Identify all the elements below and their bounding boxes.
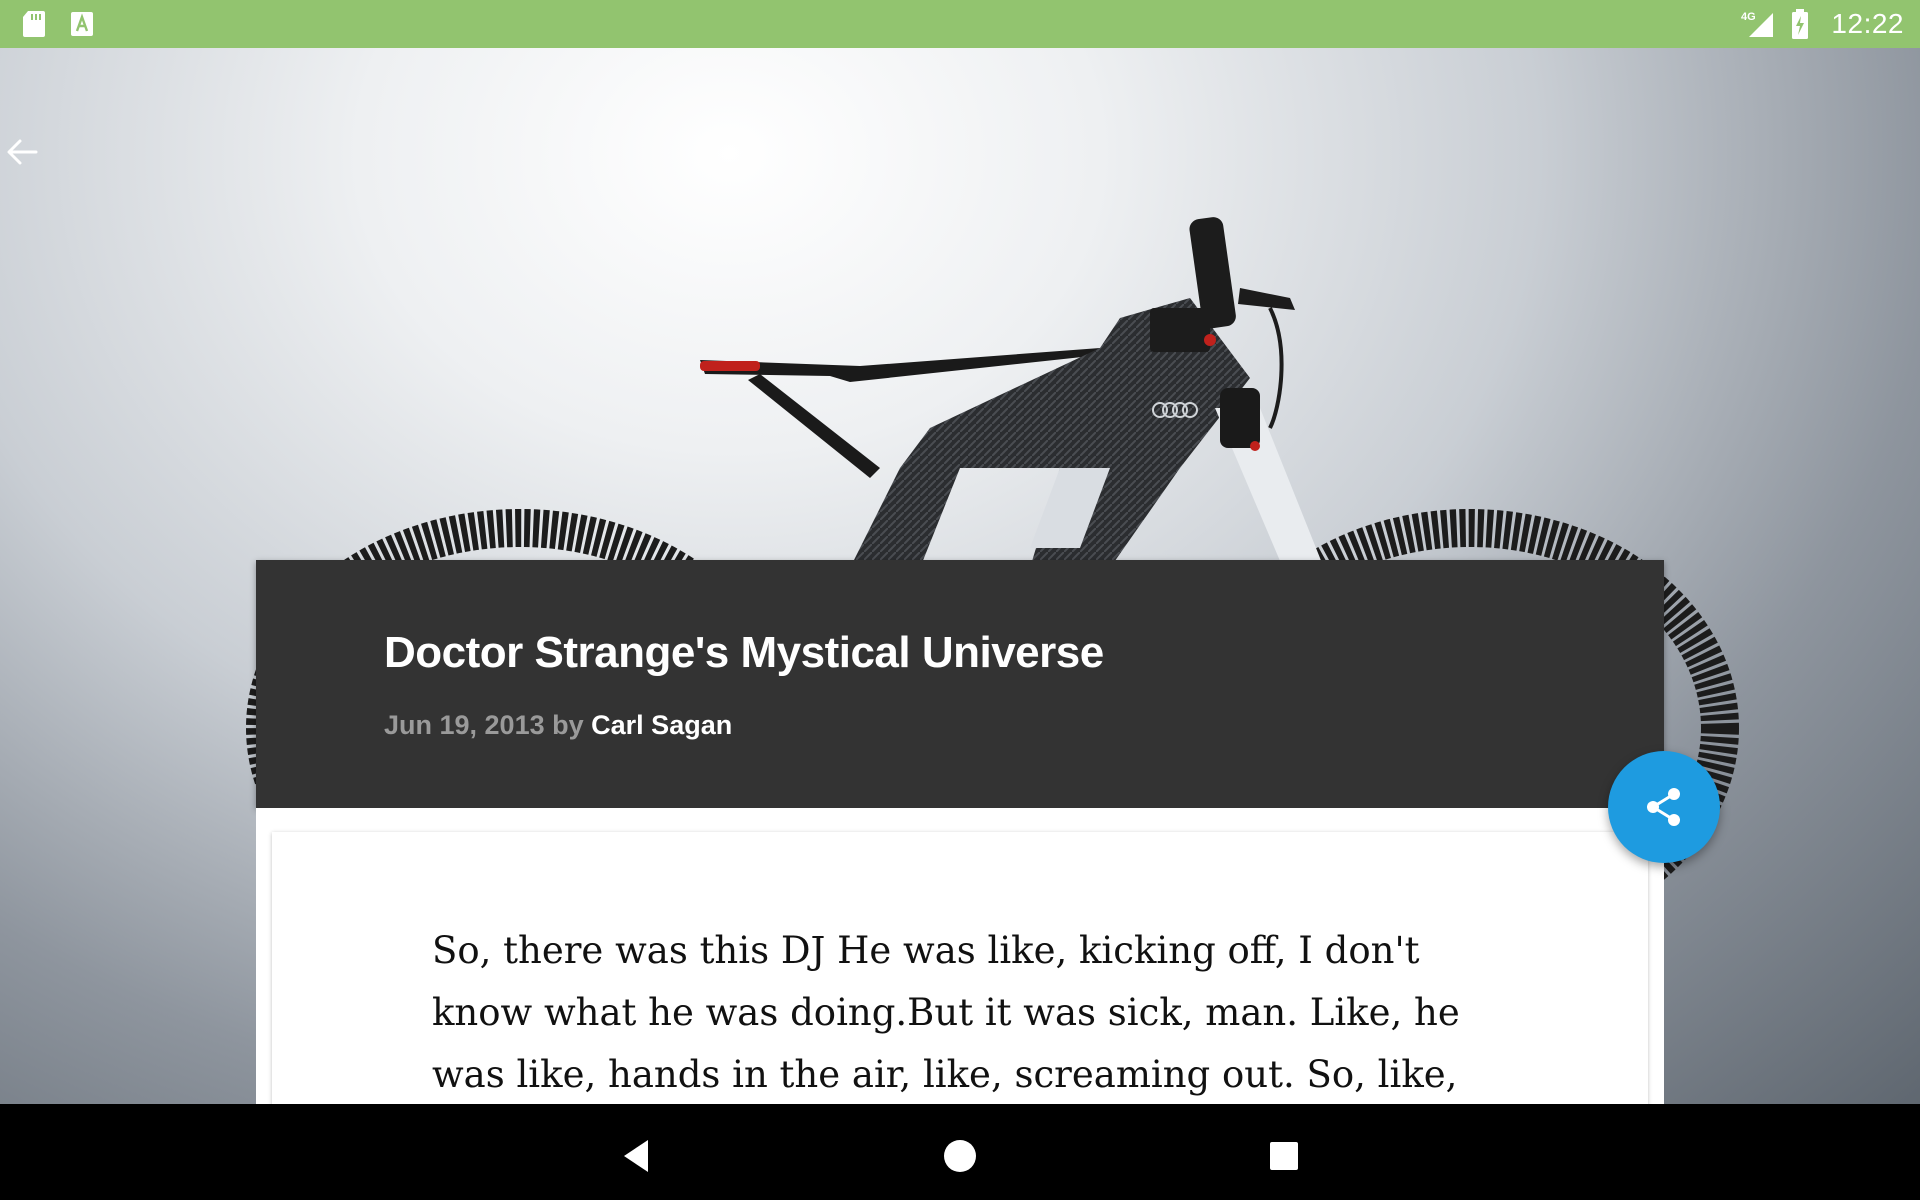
nav-recents-button[interactable] — [1256, 1128, 1312, 1184]
post-title: Doctor Strange's Mystical Universe — [384, 628, 1104, 677]
post-author[interactable]: Carl Sagan — [591, 710, 732, 740]
nav-back-button[interactable] — [608, 1128, 664, 1184]
arrow-left-icon — [7, 139, 38, 165]
battery-charging-icon — [1791, 9, 1809, 39]
sd-card-icon — [22, 10, 46, 38]
text-a-icon — [70, 11, 94, 37]
share-icon — [1647, 788, 1680, 826]
home-circle-icon — [944, 1140, 976, 1172]
status-right: 4G 12:22 — [1741, 8, 1904, 40]
post-by: by — [552, 710, 584, 740]
status-left — [22, 10, 94, 38]
network-type-label: 4G — [1741, 11, 1756, 23]
post-meta: Jun 19, 2013 by Carl Sagan — [384, 710, 732, 741]
back-button[interactable] — [4, 134, 48, 178]
clock: 12:22 — [1831, 8, 1904, 39]
signal-4g-icon: 4G — [1741, 9, 1777, 39]
share-button[interactable] — [1608, 751, 1720, 863]
navigation-bar — [0, 1104, 1920, 1200]
post-header: Doctor Strange's Mystical Universe Jun 1… — [256, 560, 1664, 808]
status-bar: 4G 12:22 — [0, 0, 1920, 48]
recents-square-icon — [1270, 1142, 1298, 1170]
back-triangle-icon — [624, 1140, 648, 1172]
nav-home-button[interactable] — [932, 1128, 988, 1184]
post-date: Jun 19, 2013 — [384, 710, 545, 740]
